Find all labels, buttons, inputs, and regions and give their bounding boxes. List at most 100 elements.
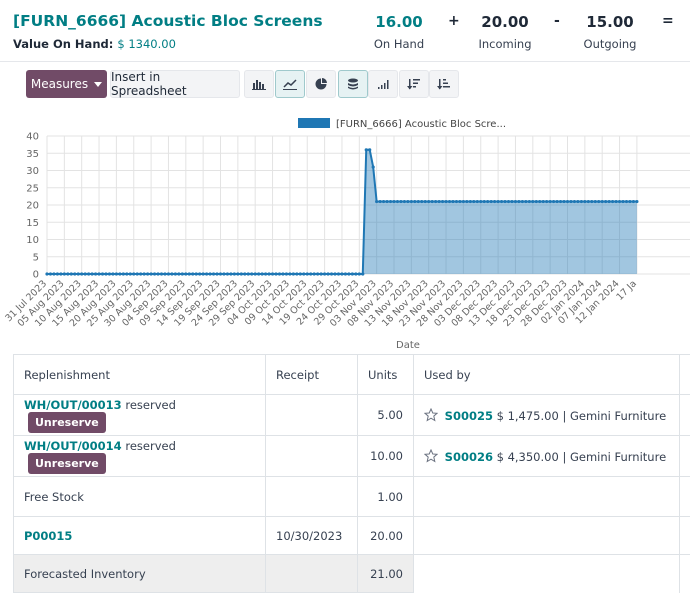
data-point bbox=[566, 200, 569, 203]
sale-order-link[interactable]: S00025 bbox=[445, 409, 493, 423]
data-point bbox=[316, 272, 319, 275]
incoming-label: Incoming bbox=[465, 37, 545, 51]
sale-order-link[interactable]: S00026 bbox=[445, 450, 493, 464]
unreserve-button[interactable]: Unreserve bbox=[28, 453, 106, 474]
sort-ascending-button[interactable] bbox=[429, 70, 459, 98]
product-header: [FURN_6666] Acoustic Bloc Screens Value … bbox=[0, 0, 690, 62]
data-point bbox=[628, 200, 631, 203]
line-chart-button[interactable] bbox=[275, 70, 305, 98]
replenishment-cell: P00015 bbox=[14, 517, 266, 555]
data-point bbox=[309, 272, 312, 275]
star-icon[interactable] bbox=[424, 408, 438, 422]
forecast-chart-svg: [FURN_6666] Acoustic Bloc Scre...0510152… bbox=[0, 108, 690, 354]
data-point bbox=[351, 272, 354, 275]
header-receipt: Receipt bbox=[266, 355, 358, 395]
forecast-units-cell: 21.00 bbox=[358, 555, 414, 593]
data-point bbox=[590, 200, 593, 203]
data-point bbox=[406, 200, 409, 203]
on-hand-label: On Hand bbox=[359, 37, 439, 51]
forecast-label-cell: Forecasted Inventory bbox=[14, 555, 266, 593]
data-point bbox=[601, 200, 604, 203]
data-point bbox=[274, 272, 277, 275]
data-point bbox=[104, 272, 107, 275]
data-point bbox=[184, 272, 187, 275]
data-point bbox=[503, 200, 506, 203]
product-title[interactable]: [FURN_6666] Acoustic Bloc Screens bbox=[13, 12, 323, 30]
forecast-blank-cell bbox=[414, 555, 680, 593]
cumulative-button[interactable] bbox=[368, 70, 398, 98]
star-icon[interactable] bbox=[424, 449, 438, 463]
move-link[interactable]: WH/OUT/00013 bbox=[24, 398, 122, 412]
data-point bbox=[250, 272, 253, 275]
receipt-cell bbox=[266, 477, 358, 517]
data-point bbox=[562, 200, 565, 203]
data-point bbox=[66, 272, 69, 275]
data-point bbox=[333, 272, 336, 275]
pie-chart-button[interactable] bbox=[306, 70, 336, 98]
data-point bbox=[261, 272, 264, 275]
data-point bbox=[517, 200, 520, 203]
sort-ascending-icon bbox=[437, 78, 451, 90]
receipt-cell bbox=[266, 395, 358, 436]
insert-in-spreadsheet-button[interactable]: Insert in Spreadsheet bbox=[110, 70, 240, 98]
minus-operator: - bbox=[554, 13, 560, 29]
data-point bbox=[424, 200, 427, 203]
x-tick-label: 17 Ja bbox=[614, 278, 639, 303]
bar-chart-button[interactable] bbox=[244, 70, 274, 98]
data-point bbox=[188, 272, 191, 275]
data-point bbox=[49, 272, 52, 275]
y-tick-label: 10 bbox=[26, 235, 39, 246]
extra-cell bbox=[680, 477, 690, 517]
header-units: Units bbox=[358, 355, 414, 395]
ascending-bars-icon bbox=[376, 78, 390, 90]
data-point bbox=[236, 272, 239, 275]
data-point bbox=[358, 272, 361, 275]
data-point bbox=[521, 200, 524, 203]
data-point bbox=[441, 200, 444, 203]
line-chart-icon bbox=[283, 78, 297, 90]
data-point bbox=[122, 272, 125, 275]
purchase-order-link[interactable]: P00015 bbox=[24, 529, 72, 543]
data-point bbox=[476, 200, 479, 203]
data-point bbox=[70, 272, 73, 275]
data-point bbox=[368, 148, 371, 151]
data-point bbox=[45, 272, 48, 275]
data-point bbox=[84, 272, 87, 275]
unreserve-button[interactable]: Unreserve bbox=[28, 412, 106, 433]
data-point bbox=[292, 272, 295, 275]
data-point bbox=[344, 272, 347, 275]
data-point bbox=[243, 272, 246, 275]
data-point bbox=[153, 272, 156, 275]
data-point bbox=[94, 272, 97, 275]
receipt-cell: 10/30/2023 bbox=[266, 517, 358, 555]
data-point bbox=[396, 200, 399, 203]
data-point bbox=[497, 200, 500, 203]
data-point bbox=[302, 272, 305, 275]
forecast-receipt-cell bbox=[266, 555, 358, 593]
data-point bbox=[212, 272, 215, 275]
data-point bbox=[97, 272, 100, 275]
data-point bbox=[500, 200, 503, 203]
graph-toolbar: Measures Insert in Spreadsheet bbox=[0, 62, 690, 108]
data-point bbox=[455, 200, 458, 203]
data-point bbox=[389, 200, 392, 203]
sort-descending-button[interactable] bbox=[399, 70, 429, 98]
data-point bbox=[191, 272, 194, 275]
data-point bbox=[174, 272, 177, 275]
data-point bbox=[208, 272, 211, 275]
data-point bbox=[510, 200, 513, 203]
data-point bbox=[271, 272, 274, 275]
stacked-toggle-button[interactable] bbox=[338, 70, 368, 98]
data-point bbox=[63, 272, 66, 275]
data-point bbox=[115, 272, 118, 275]
used-by-cell bbox=[414, 517, 680, 555]
value-on-hand-amount: $ 1340.00 bbox=[117, 37, 176, 51]
move-link[interactable]: WH/OUT/00014 bbox=[24, 439, 122, 453]
x-axis-title: Date bbox=[396, 340, 420, 351]
data-point bbox=[91, 272, 94, 275]
measures-dropdown-button[interactable]: Measures bbox=[26, 70, 107, 98]
data-point bbox=[215, 272, 218, 275]
data-point bbox=[462, 200, 465, 203]
data-point bbox=[202, 272, 205, 275]
incoming-value: 20.00 bbox=[465, 13, 545, 31]
